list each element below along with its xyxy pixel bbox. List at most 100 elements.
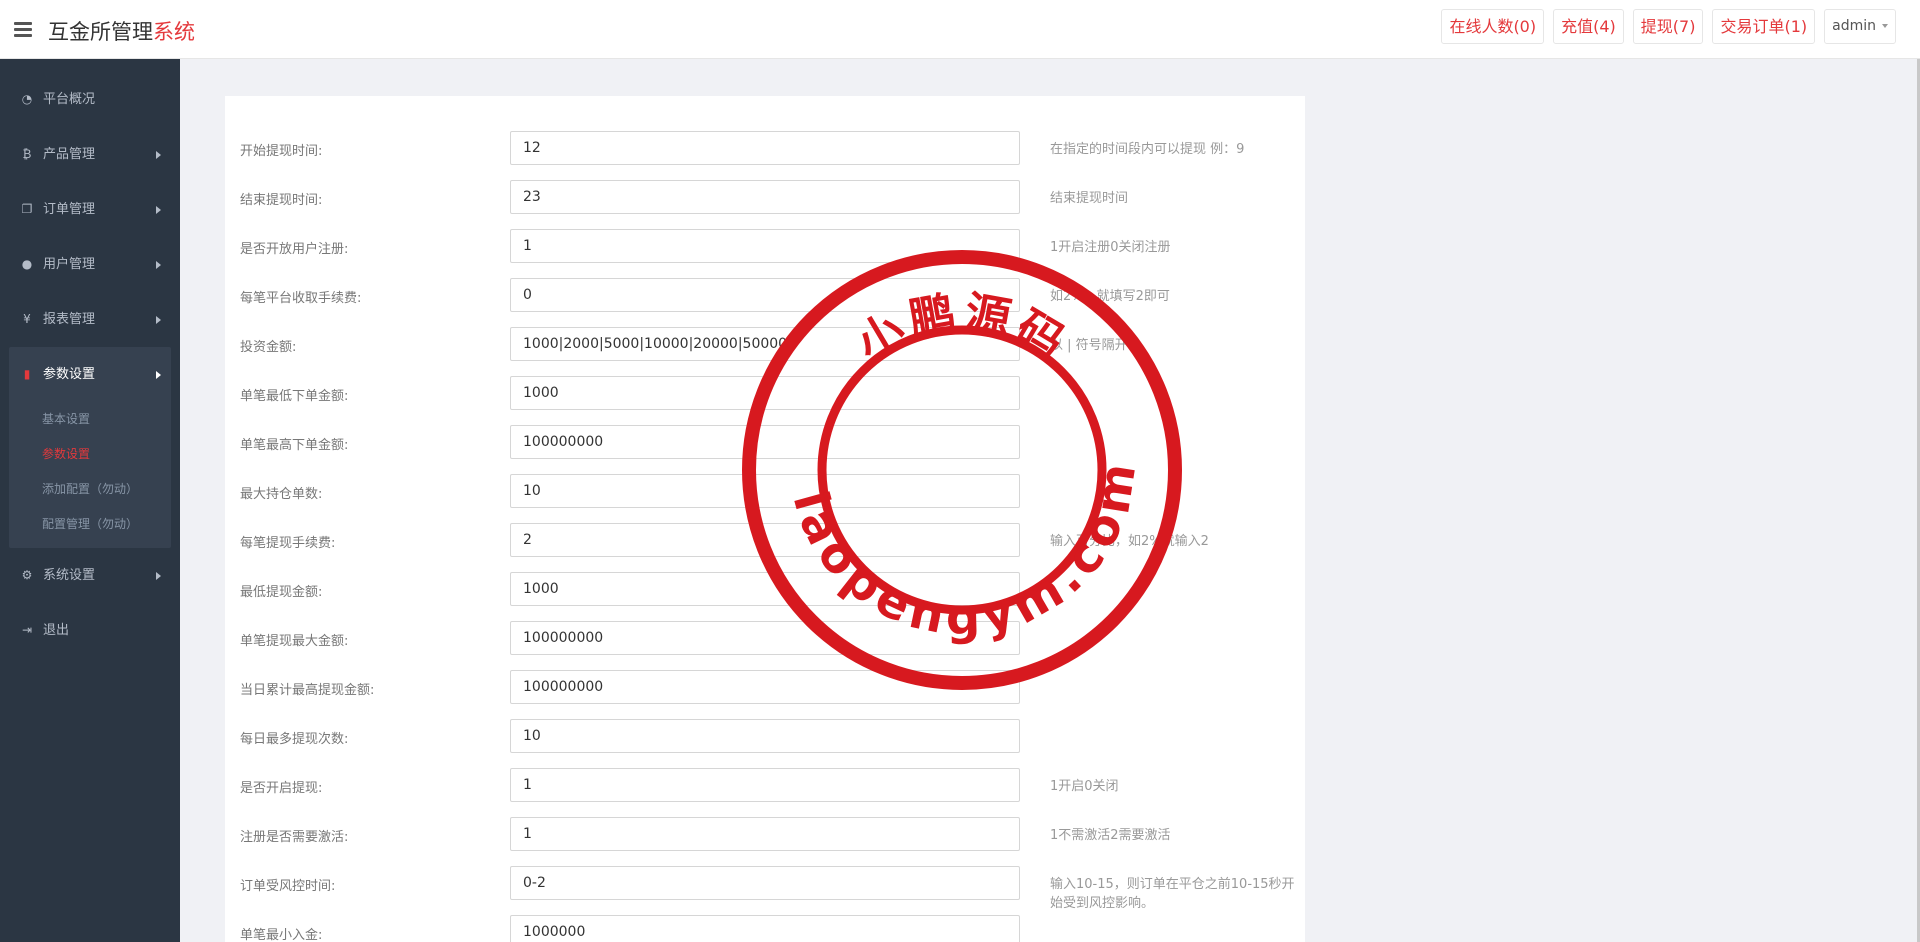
gears-icon: ⚙ [21,568,33,582]
form-help-text: 结束提现时间 [1050,191,1129,206]
form-input[interactable] [510,915,1020,942]
form-row: 开始提现时间: 在指定的时间段内可以提现 例：9 [225,131,1305,165]
form-label: 单笔最高下单金额: [240,438,349,453]
form-input[interactable] [510,180,1020,214]
sidebar-item-users[interactable]: ● 用户管理 [0,237,180,292]
form-row: 注册是否需要激活: 1不需激活2需要激活 [225,817,1305,851]
form-row: 单笔提现最大金额: [225,621,1305,655]
form-input[interactable] [510,474,1020,508]
form-label: 是否开启提现: [240,781,323,796]
form-label: 投资金额: [240,340,297,355]
form-row: 订单受风控时间: 输入10-15，则订单在平仓之前10-15秒开始受到风控影响。 [225,866,1305,911]
sidebar-item-params[interactable]: ▮ 参数设置 [9,347,171,402]
form-label: 订单受风控时间: [240,879,336,894]
form-row: 单笔最小入金: [225,915,1305,942]
form-input[interactable] [510,621,1020,655]
sidebar-item-label: 退出 [43,623,70,638]
form-row: 当日累计最高提现金额: [225,670,1305,704]
sidebar-item-system[interactable]: ⚙ 系统设置 [0,548,180,603]
trade-orders-button[interactable]: 交易订单(1) [1712,9,1816,44]
form-label: 注册是否需要激活: [240,830,349,845]
form-row: 结束提现时间: 结束提现时间 [225,180,1305,214]
form-input[interactable] [510,670,1020,704]
dashboard-icon: ◔ [21,92,33,106]
form-row: 是否开启提现: 1开启0关闭 [225,768,1305,802]
recharge-button[interactable]: 充值(4) [1553,9,1624,44]
sidebar-item-label: 订单管理 [43,202,96,217]
form-input[interactable] [510,817,1020,851]
form-input[interactable] [510,327,1020,361]
yen-icon: ¥ [23,312,31,326]
form-input[interactable] [510,425,1020,459]
form-input[interactable] [510,768,1020,802]
sign-out-icon: ⇥ [21,623,33,637]
form-label: 单笔提现最大金额: [240,634,349,649]
form-row: 最大持仓单数: [225,474,1305,508]
submenu-param-settings[interactable]: 参数设置 [9,437,171,472]
form-label: 开始提现时间: [240,144,323,159]
form-row: 单笔最高下单金额: [225,425,1305,459]
chevron-right-icon [156,206,161,214]
form-label: 结束提现时间: [240,193,323,208]
form-input[interactable] [510,719,1020,753]
form-input[interactable] [510,278,1020,312]
sidebar: ◔ 平台概况 ₿ 产品管理 ❐ 订单管理 ● 用户管理 ¥ 报表管理 ▮ 参数设置 基本设置… [0,59,180,942]
form-row: 每笔平台收取手续费: 如2%，就填写2即可 [225,278,1305,312]
bitcoin-icon: ₿ [22,147,32,161]
app-title: 互金所管理系统 [48,16,195,46]
withdraw-button[interactable]: 提现(7) [1632,9,1704,44]
form-help-text: 1不需激活2需要激活 [1050,828,1171,843]
sidebar-item-label: 平台概况 [43,92,96,107]
form-label: 单笔最低下单金额: [240,389,349,404]
form-help-text: 1开启0关闭 [1050,779,1119,794]
top-header: 互金所管理系统 在线人数(0) 充值(4) 提现(7) 交易订单(1) admi… [0,0,1920,59]
chevron-right-icon [156,371,161,379]
form-input[interactable] [510,523,1020,557]
form-label: 最低提现金额: [240,585,323,600]
sidebar-item-label: 参数设置 [43,367,96,382]
form-input[interactable] [510,866,1020,900]
form-row: 每日最多提现次数: [225,719,1305,753]
chevron-right-icon [156,151,161,159]
form-label: 每笔提现手续费: [240,536,336,551]
submenu-basic-settings[interactable]: 基本设置 [9,402,171,437]
files-icon: ❐ [21,202,33,216]
sidebar-item-overview[interactable]: ◔ 平台概况 [0,72,180,127]
settings-form-panel: 开始提现时间: 在指定的时间段内可以提现 例：9 结束提现时间: 结束提现时间是否开放… [225,96,1305,942]
form-label: 当日累计最高提现金额: [240,683,375,698]
form-input[interactable] [510,131,1020,165]
sidebar-item-reports[interactable]: ¥ 报表管理 [0,292,180,347]
form-label: 每日最多提现次数: [240,732,349,747]
form-row: 每笔提现手续费: 输入百分比，如2%就输入2 [225,523,1305,557]
chevron-down-icon [1882,24,1888,28]
chevron-right-icon [156,316,161,324]
sidebar-item-label: 报表管理 [43,312,96,327]
sidebar-item-orders[interactable]: ❐ 订单管理 [0,182,180,237]
submenu-add-config[interactable]: 添加配置（勿动） [9,472,171,507]
sidebar-item-logout[interactable]: ⇥ 退出 [0,603,180,658]
menu-toggle-icon[interactable] [14,22,32,37]
form-row: 单笔最低下单金额: [225,376,1305,410]
sidebar-item-label: 系统设置 [43,568,96,583]
form-help-text: 1开启注册0关闭注册 [1050,240,1171,255]
header-actions: 在线人数(0) 充值(4) 提现(7) 交易订单(1) admin [1441,9,1896,44]
online-users-button[interactable]: 在线人数(0) [1441,9,1545,44]
user-menu-button[interactable]: admin [1824,9,1896,44]
sidebar-item-products[interactable]: ₿ 产品管理 [0,127,180,182]
form-label: 是否开放用户注册: [240,242,349,257]
form-help-text: 以 | 符号隔开 [1050,338,1128,353]
chevron-right-icon [156,572,161,580]
form-label: 每笔平台收取手续费: [240,291,362,306]
file-icon: ▮ [23,367,31,381]
form-help-text: 输入10-15，则订单在平仓之前10-15秒开始受到风控影响。 [1050,877,1295,911]
submenu-config-manage[interactable]: 配置管理（勿动） [9,507,171,542]
form-help-text: 在指定的时间段内可以提现 例：9 [1050,142,1245,157]
user-icon: ● [21,257,33,271]
chevron-right-icon [156,261,161,269]
sidebar-item-label: 用户管理 [43,257,96,272]
sidebar-group-params: ▮ 参数设置 基本设置 参数设置 添加配置（勿动） 配置管理（勿动） [9,347,171,548]
form-input[interactable] [510,572,1020,606]
form-input[interactable] [510,229,1020,263]
form-input[interactable] [510,376,1020,410]
form-help-text: 如2%，就填写2即可 [1050,289,1170,304]
